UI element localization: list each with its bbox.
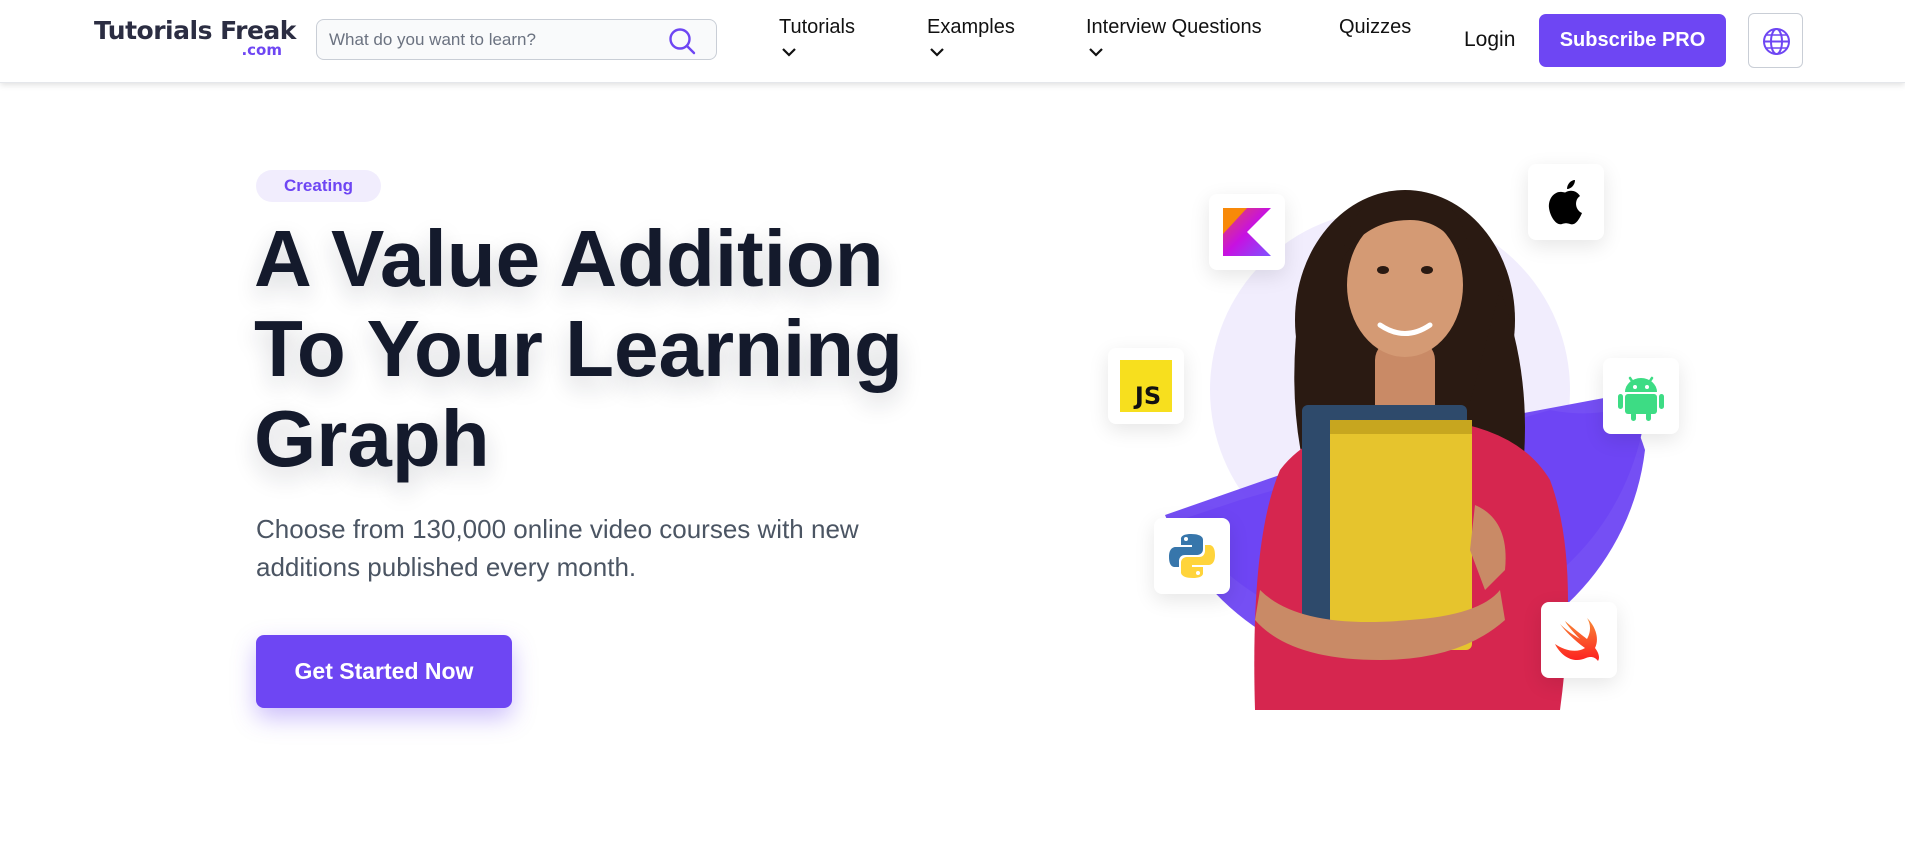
site-header: Tutorials Freak .com Tutorials Examples … [0,0,1905,83]
swift-icon [1541,602,1617,678]
chevron-down-icon [930,48,944,57]
nav-tutorials-label: Tutorials [779,16,855,38]
search-box [316,19,717,60]
hero-headline: A Value Addition To Your Learning Graph [254,214,934,484]
get-started-button[interactable]: Get Started Now [256,635,512,708]
creating-badge: Creating [256,170,381,202]
subscribe-pro-button[interactable]: Subscribe PRO [1539,14,1726,67]
nav-interview-questions[interactable]: Interview Questions [1086,16,1262,66]
android-icon [1603,358,1679,434]
login-link[interactable]: Login [1464,28,1515,52]
python-icon [1154,518,1230,594]
hero-illustration: JS [1080,120,1700,720]
nav-examples[interactable]: Examples [927,16,1015,66]
logo-domain: .com [241,41,282,59]
language-button[interactable] [1748,13,1803,68]
nav-quizzes-label: Quizzes [1339,16,1412,38]
headline-line-2: To Your Learning [254,304,903,393]
chevron-down-icon [782,48,796,57]
headline-line-1: A Value Addition [254,214,884,303]
nav-interview-questions-label: Interview Questions [1086,16,1262,38]
nav-tutorials[interactable]: Tutorials [779,16,855,66]
globe-icon [1763,28,1790,55]
javascript-icon: JS [1108,348,1184,424]
search-icon[interactable] [668,27,696,55]
site-logo[interactable]: Tutorials Freak .com [94,14,296,62]
kotlin-icon [1209,194,1285,270]
svg-text:JS: JS [1133,382,1161,410]
hero-subtext: Choose from 130,000 online video courses… [256,514,859,582]
chevron-down-icon [1089,48,1103,57]
apple-icon [1528,164,1604,240]
nav-examples-label: Examples [927,16,1015,38]
nav-quizzes[interactable]: Quizzes [1339,16,1411,66]
headline-line-3: Graph [254,394,490,483]
search-input[interactable] [329,20,659,59]
